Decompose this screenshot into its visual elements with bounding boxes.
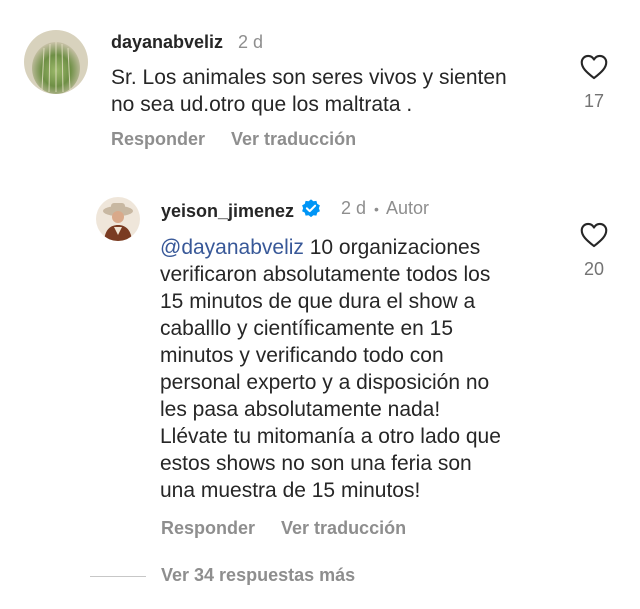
avatar-yeison-jimenez[interactable] [96, 197, 140, 241]
reply-text: @dayanabveliz 10 organizaciones verifica… [160, 234, 560, 504]
thread-divider [90, 576, 146, 577]
comment-timestamp: 2 d [238, 32, 264, 52]
heart-icon[interactable] [580, 222, 608, 248]
reply-timestamp: 2 d [341, 198, 367, 218]
view-more-replies-button[interactable]: Ver 34 respuestas más [161, 565, 355, 586]
reply-username-text[interactable]: yeison_jimenez [161, 201, 294, 221]
like-count: 20 [583, 259, 605, 279]
author-label: Autor [385, 198, 429, 218]
avatar-dayanabveliz[interactable] [24, 30, 88, 94]
reply-username[interactable]: yeison_jimenez [161, 198, 322, 225]
translate-button[interactable]: Ver traducción [231, 129, 356, 149]
person-avatar-image [96, 197, 140, 241]
like-count: 17 [583, 91, 605, 111]
verified-badge-icon [300, 198, 322, 225]
reply-actions: Responder Ver traducción [161, 518, 432, 539]
comment-actions: Responder Ver traducción [111, 129, 382, 150]
mention-link[interactable]: @dayanabveliz [160, 236, 304, 259]
comment-text: Sr. Los animales son seres vivos y sient… [111, 66, 507, 116]
cactus-avatar-image [24, 30, 88, 94]
like-control[interactable]: 20 [574, 222, 614, 280]
comment-username[interactable]: dayanabveliz [111, 32, 223, 53]
like-control[interactable]: 17 [574, 54, 614, 112]
reply-meta: 2 d • Autor [341, 198, 429, 219]
heart-icon[interactable] [580, 54, 608, 80]
meta-separator: • [374, 201, 379, 217]
reply-body: 10 organizaciones verificaron absolutame… [160, 236, 501, 502]
translate-button[interactable]: Ver traducción [281, 518, 406, 538]
reply-button[interactable]: Responder [111, 129, 205, 149]
reply-button[interactable]: Responder [161, 518, 255, 538]
